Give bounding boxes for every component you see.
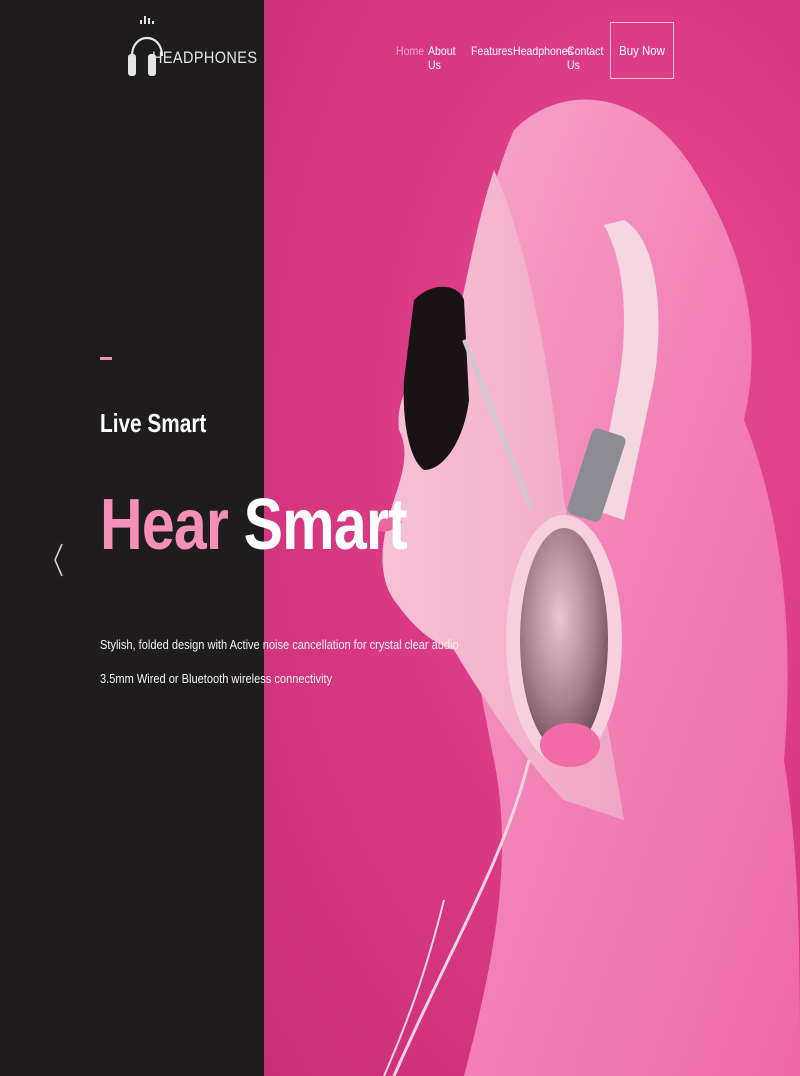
nav-item-home[interactable]: Home (396, 44, 424, 58)
hero-headline: Hear Smart (100, 484, 408, 566)
chevron-left-icon[interactable] (52, 540, 66, 580)
nav-item-headphones[interactable]: Headphones (513, 44, 573, 58)
accent-bar (100, 357, 112, 360)
nav-item-contact-us[interactable]: Contact Us (567, 44, 603, 72)
hero-description: Stylish, folded design with Active noise… (100, 637, 459, 686)
headline-word-hear: Hear (100, 485, 229, 565)
buy-now-label: Buy Now (619, 43, 665, 58)
nav-item-about-us[interactable]: About Us (428, 44, 456, 72)
hero-subtitle: Live Smart (100, 408, 207, 438)
buy-now-button[interactable]: Buy Now (610, 22, 674, 79)
nav-item-features[interactable]: Features (471, 44, 513, 58)
brand-name[interactable]: HEADPHONES (152, 48, 257, 68)
headline-word-smart: Smart (243, 485, 408, 565)
